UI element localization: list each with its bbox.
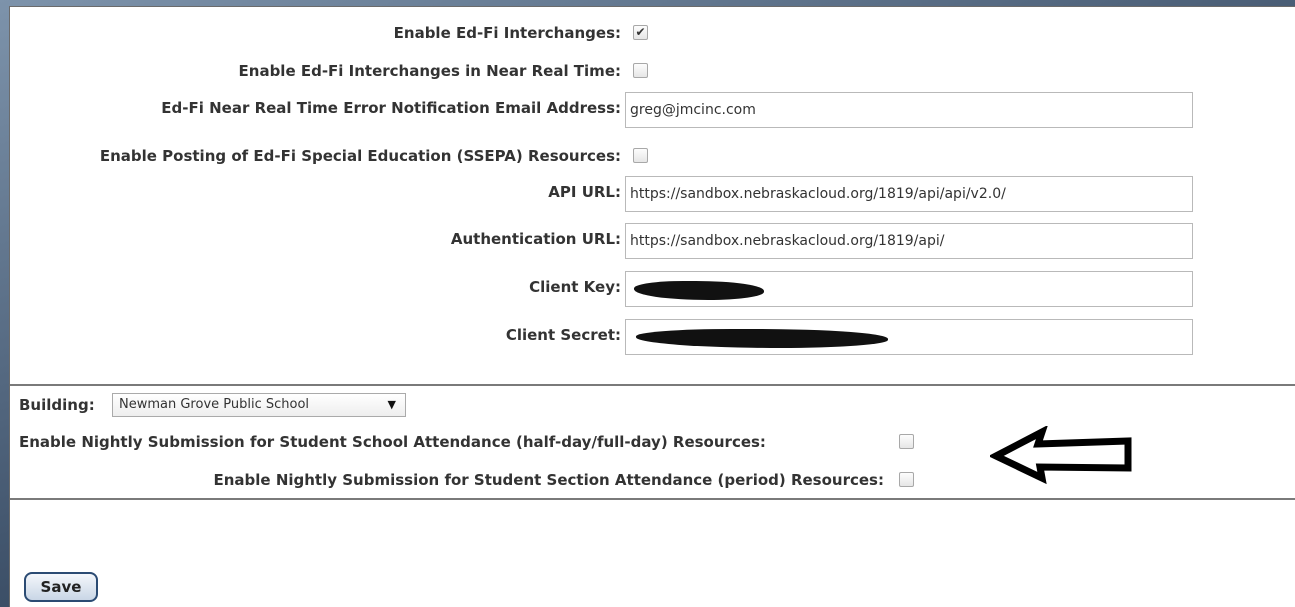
row-error-email: Ed-Fi Near Real Time Error Notification …	[10, 90, 1295, 128]
client-key-label: Client Key:	[529, 278, 621, 296]
client-key-redaction	[634, 281, 764, 300]
ssepa-checkbox[interactable]	[633, 148, 648, 163]
auth-url-label: Authentication URL:	[450, 230, 621, 248]
api-url-field[interactable]: https://sandbox.nebraskacloud.org/1819/a…	[625, 176, 1193, 212]
row-client-key: Client Key:	[10, 269, 1295, 307]
ssepa-label: Enable Posting of Ed-Fi Special Educatio…	[99, 147, 621, 165]
near-real-time-checkbox[interactable]	[633, 63, 648, 78]
error-email-field[interactable]: greg@jmcinc.com	[625, 92, 1193, 128]
panel-top-gap	[775, 7, 855, 13]
auth-url-field[interactable]: https://sandbox.nebraskacloud.org/1819/a…	[625, 223, 1193, 259]
arrow-annotation-icon	[990, 426, 1132, 485]
near-real-time-label: Enable Ed-Fi Interchanges in Near Real T…	[238, 62, 621, 80]
row-client-secret: Client Secret:	[10, 317, 1295, 355]
client-key-field[interactable]	[625, 271, 1193, 307]
client-secret-redaction	[636, 329, 888, 348]
building-select[interactable]: Newman Grove Public School ▼	[112, 393, 406, 417]
save-button[interactable]: Save	[24, 572, 98, 602]
enable-interchanges-label: Enable Ed-Fi Interchanges:	[393, 24, 621, 42]
section-attendance-checkbox[interactable]	[899, 472, 914, 487]
chevron-down-icon: ▼	[387, 398, 396, 411]
building-section: Building: Newman Grove Public School ▼ E…	[10, 384, 1295, 500]
row-api-url: API URL: https://sandbox.nebraskacloud.o…	[10, 174, 1295, 212]
client-secret-label: Client Secret:	[505, 326, 621, 344]
row-enable-interchanges: Enable Ed-Fi Interchanges: ✔	[10, 15, 1295, 51]
enable-interchanges-checkbox[interactable]: ✔	[633, 25, 648, 40]
building-label: Building:	[19, 396, 95, 414]
school-attendance-checkbox[interactable]	[899, 434, 914, 449]
client-secret-field[interactable]	[625, 319, 1193, 355]
building-select-value: Newman Grove Public School	[119, 397, 310, 412]
api-url-label: API URL:	[548, 183, 621, 201]
section-attendance-label: Enable Nightly Submission for Student Se…	[213, 471, 885, 489]
row-ssepa: Enable Posting of Ed-Fi Special Educatio…	[10, 138, 1295, 174]
row-near-real-time: Enable Ed-Fi Interchanges in Near Real T…	[10, 53, 1295, 89]
row-auth-url: Authentication URL: https://sandbox.nebr…	[10, 221, 1295, 259]
school-attendance-label: Enable Nightly Submission for Student Sc…	[19, 433, 766, 451]
settings-panel: Enable Ed-Fi Interchanges: ✔ Enable Ed-F…	[9, 6, 1295, 607]
error-email-label: Ed-Fi Near Real Time Error Notification …	[161, 99, 621, 117]
